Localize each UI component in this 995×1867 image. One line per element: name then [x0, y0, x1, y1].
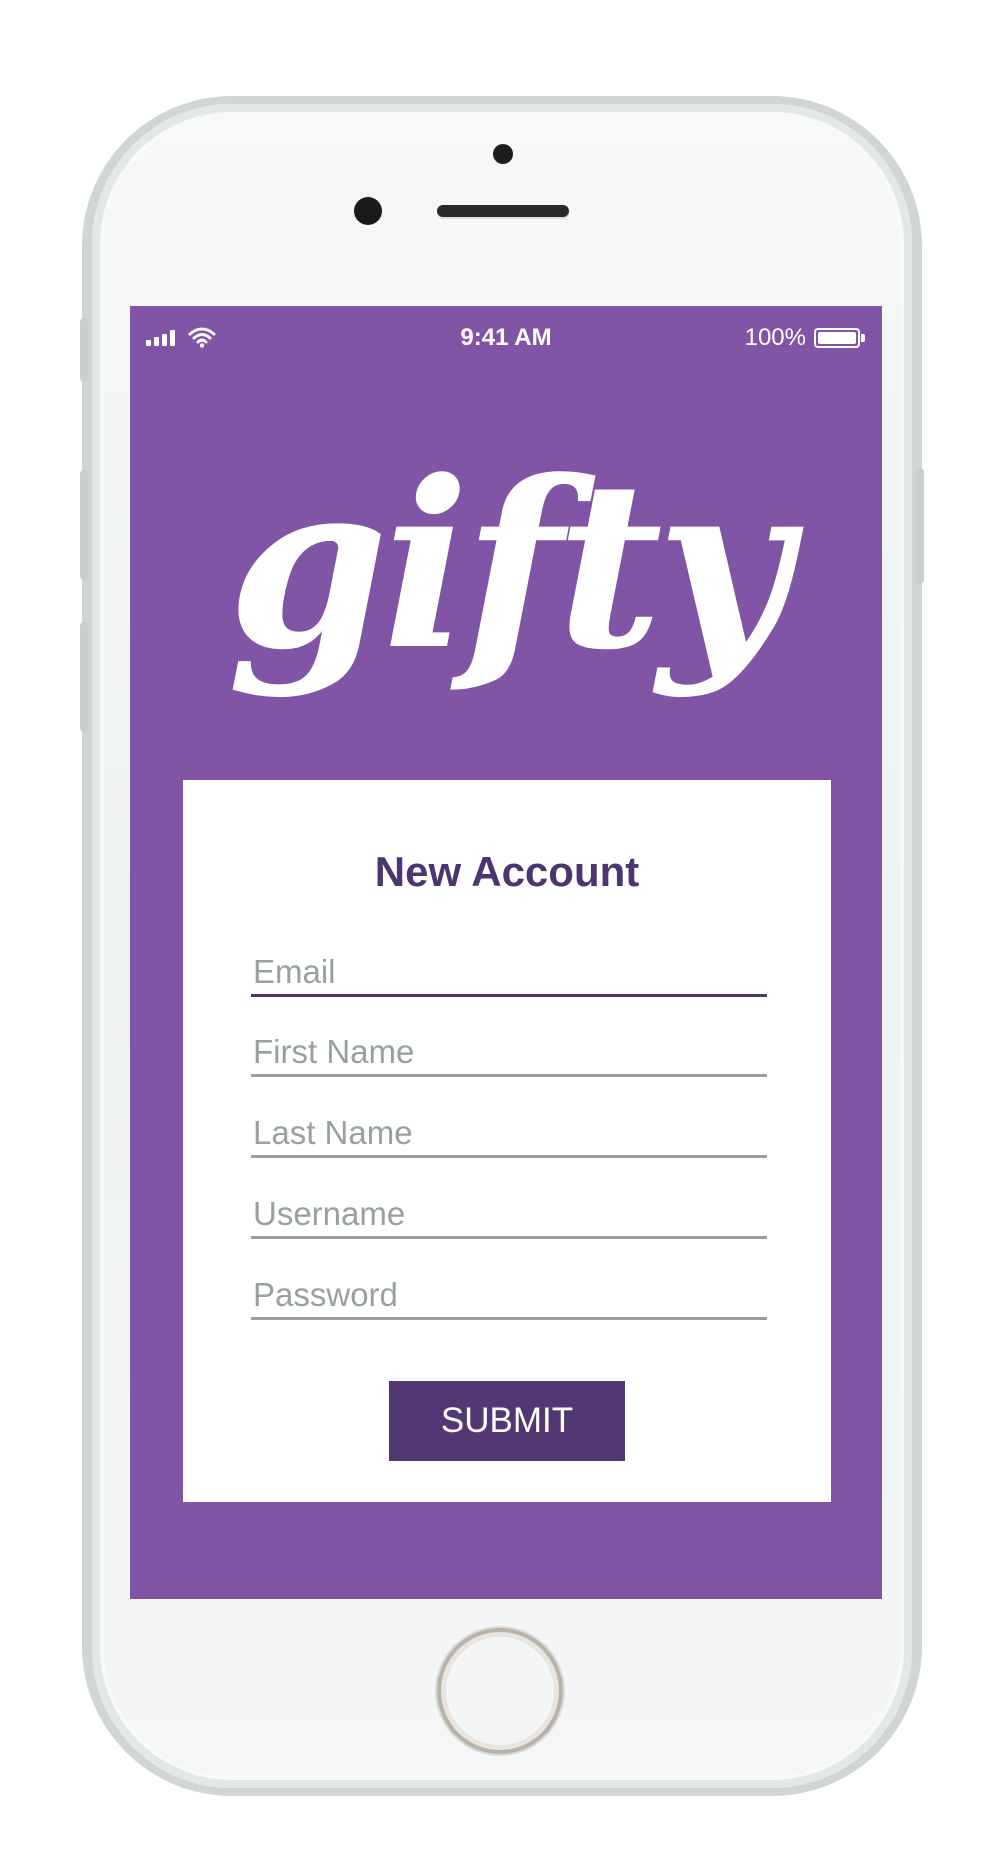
- battery-percent: 100%: [744, 324, 806, 351]
- volume-up-button: [80, 470, 88, 580]
- first-name-field[interactable]: [251, 1030, 767, 1077]
- submit-button[interactable]: SUBMIT: [389, 1381, 625, 1461]
- status-bar: 9:41 AM 100%: [130, 306, 882, 366]
- volume-down-button: [80, 622, 88, 732]
- battery-icon: [814, 328, 860, 348]
- battery-tip: [861, 334, 865, 342]
- camera-icon: [493, 144, 513, 164]
- page-title: New Account: [374, 848, 640, 895]
- app-logo: gifty: [227, 431, 790, 701]
- earpiece-speaker: [437, 205, 569, 217]
- signup-card: New Account SUBMIT: [183, 780, 831, 1502]
- username-field[interactable]: [251, 1192, 767, 1239]
- password-field[interactable]: [251, 1273, 767, 1320]
- power-button: [916, 468, 924, 584]
- phone-screen: 9:41 AM 100% gifty New Account SUBMIT: [130, 306, 882, 1599]
- email-field[interactable]: [251, 950, 767, 997]
- stage: 9:41 AM 100% gifty New Account SUBMIT: [0, 0, 995, 1867]
- mute-switch: [80, 318, 88, 382]
- front-camera-icon: [354, 197, 382, 225]
- last-name-field[interactable]: [251, 1111, 767, 1158]
- home-button[interactable]: [437, 1628, 563, 1754]
